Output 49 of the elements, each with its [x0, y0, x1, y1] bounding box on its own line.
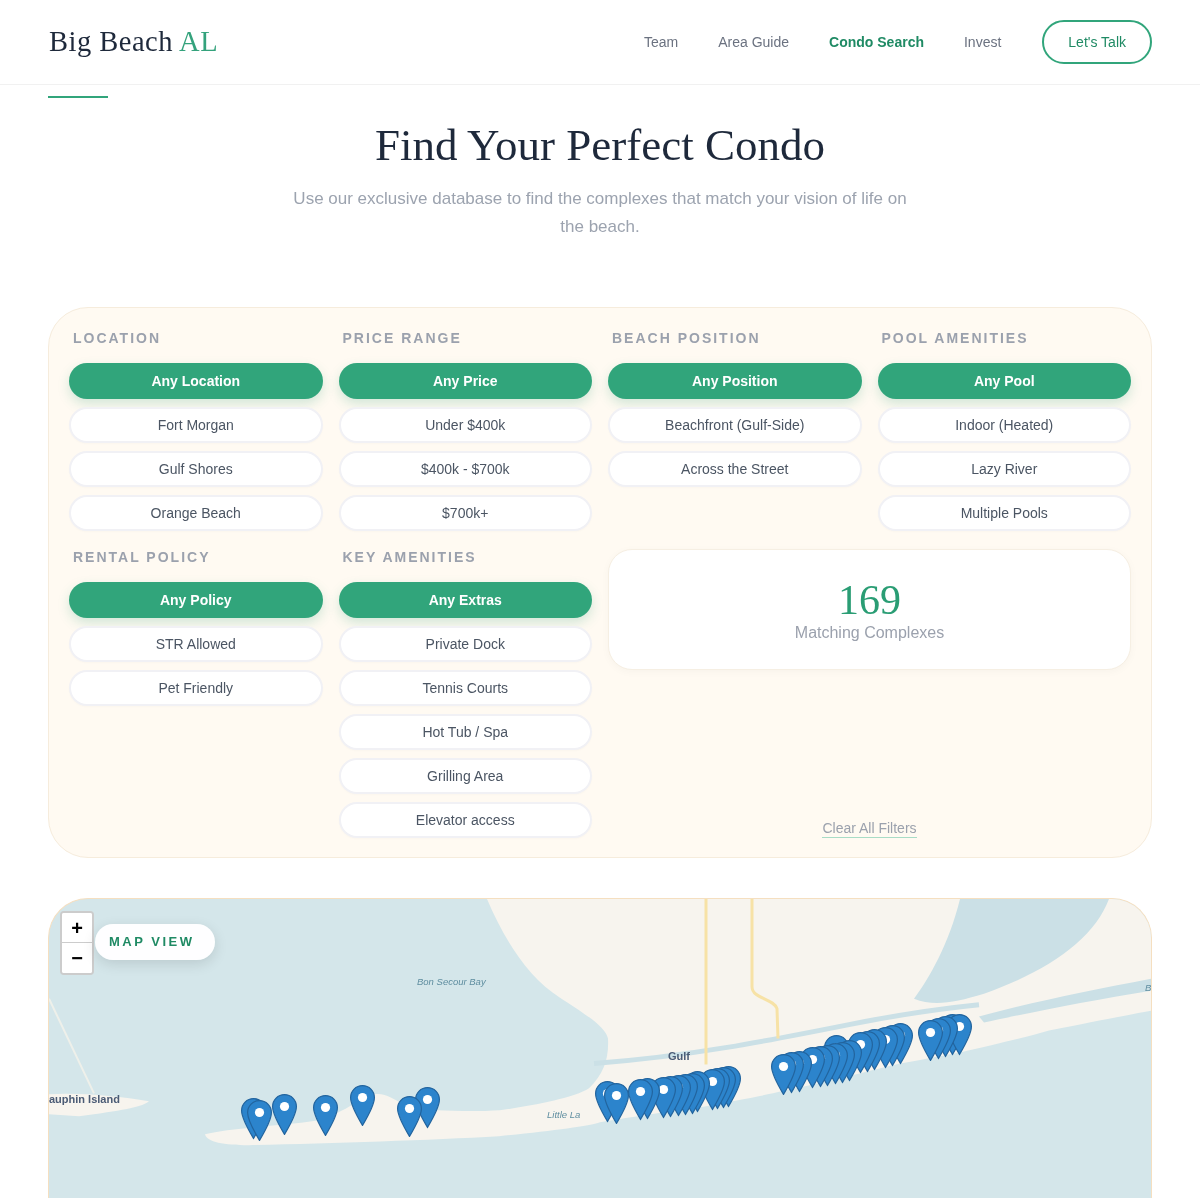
- cta-button[interactable]: Let's Talk: [1042, 20, 1152, 64]
- filter-option-button[interactable]: $400k - $700k: [338, 451, 592, 487]
- result-label: Matching Complexes: [794, 623, 945, 642]
- filter-option-button[interactable]: STR Allowed: [69, 626, 323, 662]
- filter-heading: PRICE RANGE: [341, 330, 463, 346]
- filter-option-button[interactable]: Fort Morgan: [69, 407, 323, 443]
- filter-option-button[interactable]: $700k+: [338, 495, 592, 531]
- filter-option-button[interactable]: Grilling Area: [338, 758, 592, 794]
- result-count: 169: [838, 577, 901, 622]
- pin-cluster-icon[interactable]: [917, 1014, 972, 1061]
- filter-option-button[interactable]: Hot Tub / Spa: [338, 714, 592, 750]
- filter-option-button[interactable]: Gulf Shores: [69, 451, 323, 487]
- filter-option-button[interactable]: Private Dock: [338, 626, 592, 662]
- nav-link[interactable]: Condo Search: [829, 34, 924, 50]
- page-title: Find Your Perfect Condo: [375, 119, 825, 172]
- nav-link[interactable]: Team: [644, 34, 679, 50]
- pin-cluster-icon[interactable]: [770, 1023, 913, 1095]
- filter-option-button[interactable]: Orange Beach: [69, 495, 323, 531]
- filter-heading: LOCATION: [72, 330, 163, 346]
- map-label: B: [1145, 982, 1151, 994]
- filter-option-button[interactable]: Under $400k: [338, 407, 592, 443]
- pin-cluster-icon[interactable]: [396, 1087, 440, 1137]
- map-pin-icon[interactable]: [271, 1094, 297, 1135]
- filter-heading: KEY AMENITIES: [341, 549, 478, 565]
- filter-option-button[interactable]: Indoor (Heated): [877, 407, 1131, 443]
- filter-heading: RENTAL POLICY: [72, 549, 212, 565]
- site-logo[interactable]: Big Beach AL: [49, 26, 219, 58]
- map-label: Little La: [547, 1109, 581, 1121]
- filter-option-button[interactable]: Pet Friendly: [69, 670, 323, 706]
- filter-option-button[interactable]: Elevator access: [338, 802, 592, 838]
- pin-cluster-icon[interactable]: [594, 1066, 741, 1124]
- filter-option-button[interactable]: Tennis Courts: [338, 670, 592, 706]
- map-view-badge: MAP VIEW: [95, 924, 215, 960]
- nav-link[interactable]: Area Guide: [718, 34, 790, 50]
- pin-cluster-icon[interactable]: [240, 1098, 272, 1141]
- filter-option-button[interactable]: Lazy River: [877, 451, 1131, 487]
- zoom-in-button[interactable]: +: [62, 913, 92, 943]
- filter-option-button[interactable]: Multiple Pools: [877, 495, 1131, 531]
- map-pin-icon[interactable]: [349, 1085, 375, 1126]
- map-label: Bon Secour Bay: [417, 976, 486, 988]
- filter-heading: BEACH POSITION: [611, 330, 762, 346]
- nav-link[interactable]: Invest: [963, 34, 1002, 50]
- map-label: auphin Island: [49, 1093, 120, 1105]
- filter-option-button[interactable]: Beachfront (Gulf-Side): [608, 407, 862, 443]
- page-subtitle: Use our exclusive database to find the complexes that match your vision of life on the beach.: [292, 188, 908, 238]
- filter-option-button[interactable]: Across the Street: [608, 451, 862, 487]
- map-label: Gulf: [668, 1050, 690, 1062]
- filter-heading: POOL AMENITIES: [880, 330, 1030, 346]
- map-pin-icon[interactable]: [312, 1095, 338, 1136]
